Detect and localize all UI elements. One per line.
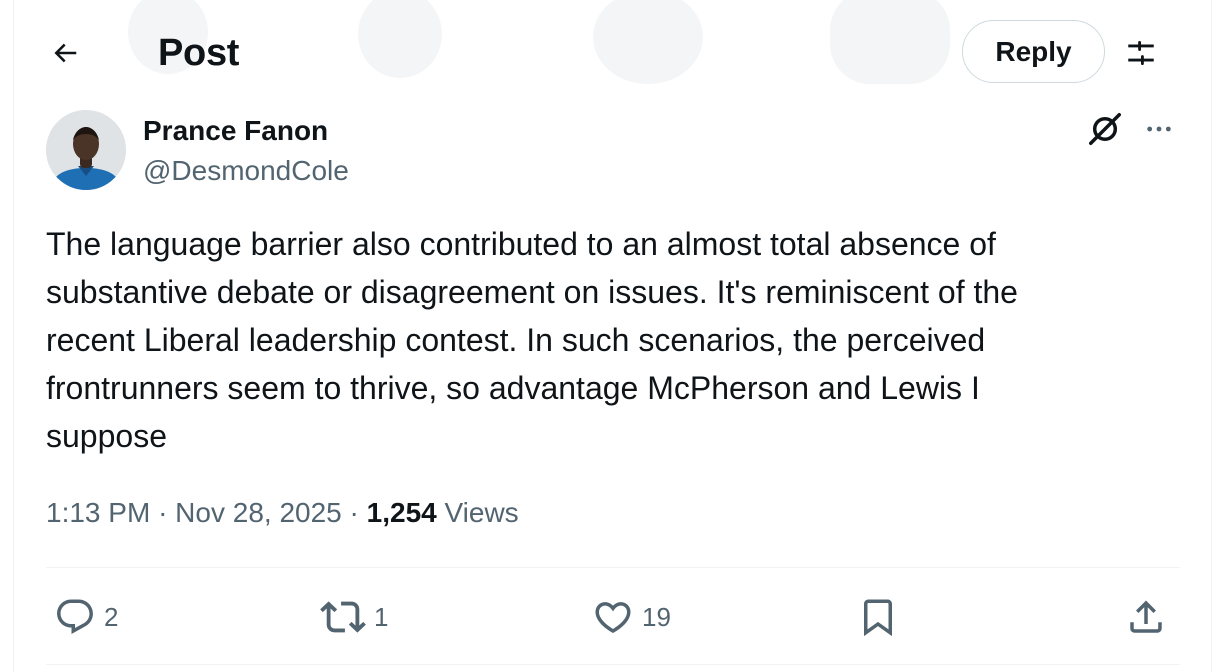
divider xyxy=(46,664,1180,665)
share-action[interactable] xyxy=(1125,594,1167,640)
comment-icon xyxy=(57,599,93,634)
grok-icon xyxy=(1089,113,1121,145)
sliders-icon xyxy=(1128,40,1154,66)
separator-dot: · xyxy=(158,497,176,528)
back-button[interactable] xyxy=(42,30,88,76)
author-display-name[interactable]: Prance Fanon xyxy=(143,114,328,148)
grok-button[interactable] xyxy=(1084,108,1126,150)
post-header: Post Reply xyxy=(0,0,1226,104)
post-time[interactable]: 1:13 PM xyxy=(46,497,150,528)
repost-icon xyxy=(320,601,366,633)
like-action[interactable]: 19 xyxy=(592,594,671,640)
post-text-line: recent Liberal leadership contest. In su… xyxy=(46,322,986,358)
avatar[interactable] xyxy=(46,110,126,190)
post-text-line: The language barrier also contributed to… xyxy=(46,226,996,262)
arrow-left-icon xyxy=(54,43,77,63)
post-date[interactable]: Nov 28, 2025 xyxy=(175,497,342,528)
post-text-line: frontrunners seem to thrive, so advantag… xyxy=(46,370,980,406)
heart-icon xyxy=(595,602,631,634)
post-text-line: suppose xyxy=(46,418,167,454)
separator-dot: · xyxy=(349,497,367,528)
post-body-text: The language barrier also contributed to… xyxy=(46,220,1166,460)
profile-photo xyxy=(46,110,126,190)
filter-button[interactable] xyxy=(1118,30,1164,76)
views-label: Views xyxy=(444,497,519,528)
page-title: Post xyxy=(158,32,240,74)
repost-count: 1 xyxy=(374,601,389,632)
share-icon xyxy=(1130,600,1162,633)
bookmark-action[interactable] xyxy=(857,594,899,640)
like-count: 19 xyxy=(642,601,671,632)
repost-action[interactable]: 1 xyxy=(320,594,388,640)
reply-action[interactable]: 2 xyxy=(54,594,118,640)
more-dots-icon xyxy=(1147,126,1171,132)
reply-button[interactable]: Reply xyxy=(962,20,1105,83)
reply-count: 2 xyxy=(104,601,119,632)
bookmark-icon xyxy=(864,599,892,637)
post-metadata: 1:13 PM · Nov 28, 2025 · 1,254 Views xyxy=(46,493,519,533)
post-text-line: substantive debate or disagreement on is… xyxy=(46,274,1018,310)
author-handle[interactable]: @DesmondCole xyxy=(143,154,349,188)
views-count: 1,254 xyxy=(366,497,437,528)
divider xyxy=(46,567,1180,568)
more-options-button[interactable] xyxy=(1138,108,1180,150)
